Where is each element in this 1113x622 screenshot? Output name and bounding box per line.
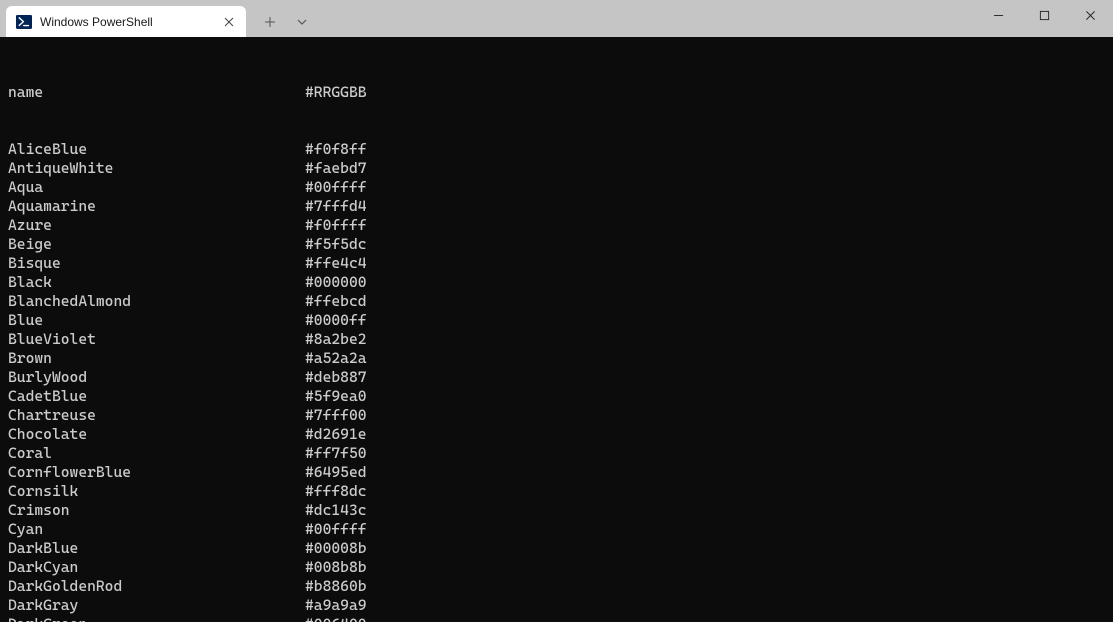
table-row: CadetBlue#5f9ea0 — [8, 387, 1113, 406]
color-hex: #7fff00 — [305, 406, 367, 425]
table-row: Blue#0000ff — [8, 311, 1113, 330]
minimize-button[interactable] — [975, 0, 1021, 31]
color-name: CornflowerBlue — [8, 463, 305, 482]
color-name: Cornsilk — [8, 482, 305, 501]
table-row: Crimson#dc143c — [8, 501, 1113, 520]
color-hex: #00ffff — [305, 178, 367, 197]
color-name: DarkGray — [8, 596, 305, 615]
table-row: Black#000000 — [8, 273, 1113, 292]
color-hex: #0000ff — [305, 311, 367, 330]
color-name: Coral — [8, 444, 305, 463]
table-row: DarkGray#a9a9a9 — [8, 596, 1113, 615]
color-name: AntiqueWhite — [8, 159, 305, 178]
table-row: DarkGreen#006400 — [8, 615, 1113, 622]
table-row: DarkGoldenRod#b8860b — [8, 577, 1113, 596]
tab-actions — [254, 0, 318, 37]
color-name: BurlyWood — [8, 368, 305, 387]
color-name: Chocolate — [8, 425, 305, 444]
table-row: BlanchedAlmond#ffebcd — [8, 292, 1113, 311]
color-hex: #deb887 — [305, 368, 367, 387]
color-name: Aqua — [8, 178, 305, 197]
tab-strip: Windows PowerShell — [0, 0, 246, 37]
color-name: Cyan — [8, 520, 305, 539]
color-hex: #ffebcd — [305, 292, 367, 311]
header-hex: #RRGGBB — [305, 83, 367, 102]
tab-powershell[interactable]: Windows PowerShell — [6, 6, 246, 37]
tab-dropdown-button[interactable] — [286, 6, 318, 37]
table-header: name#RRGGBB — [8, 83, 1113, 102]
color-name: Azure — [8, 216, 305, 235]
color-hex: #ff7f50 — [305, 444, 367, 463]
maximize-button[interactable] — [1021, 0, 1067, 31]
table-row: CornflowerBlue#6495ed — [8, 463, 1113, 482]
color-name: Bisque — [8, 254, 305, 273]
table-row: Chocolate#d2691e — [8, 425, 1113, 444]
color-hex: #d2691e — [305, 425, 367, 444]
table-row: Aqua#00ffff — [8, 178, 1113, 197]
table-row: Aquamarine#7fffd4 — [8, 197, 1113, 216]
table-row: BlueViolet#8a2be2 — [8, 330, 1113, 349]
table-row: DarkBlue#00008b — [8, 539, 1113, 558]
table-row: Brown#a52a2a — [8, 349, 1113, 368]
color-hex: #dc143c — [305, 501, 367, 520]
color-hex: #fff8dc — [305, 482, 367, 501]
color-hex: #6495ed — [305, 463, 367, 482]
color-hex: #8a2be2 — [305, 330, 367, 349]
color-hex: #00ffff — [305, 520, 367, 539]
color-hex: #ffe4c4 — [305, 254, 367, 273]
table-row: DarkCyan#008b8b — [8, 558, 1113, 577]
table-row: AliceBlue#f0f8ff — [8, 140, 1113, 159]
color-name: BlanchedAlmond — [8, 292, 305, 311]
color-name: Blue — [8, 311, 305, 330]
table-row: BurlyWood#deb887 — [8, 368, 1113, 387]
window-controls — [975, 0, 1113, 31]
table-row: Coral#ff7f50 — [8, 444, 1113, 463]
color-hex: #f5f5dc — [305, 235, 367, 254]
color-name: Chartreuse — [8, 406, 305, 425]
close-button[interactable] — [1067, 0, 1113, 31]
color-hex: #a9a9a9 — [305, 596, 367, 615]
table-row: Beige#f5f5dc — [8, 235, 1113, 254]
color-hex: #f0ffff — [305, 216, 367, 235]
terminal-output[interactable]: name#RRGGBB AliceBlue#f0f8ffAntiqueWhite… — [0, 37, 1113, 622]
color-name: CadetBlue — [8, 387, 305, 406]
color-name: Beige — [8, 235, 305, 254]
titlebar: Windows PowerShell — [0, 0, 1113, 37]
table-row: Cornsilk#fff8dc — [8, 482, 1113, 501]
color-hex: #008b8b — [305, 558, 367, 577]
new-tab-button[interactable] — [254, 6, 286, 37]
table-row: Bisque#ffe4c4 — [8, 254, 1113, 273]
color-hex: #a52a2a — [305, 349, 367, 368]
color-name: DarkCyan — [8, 558, 305, 577]
color-name: AliceBlue — [8, 140, 305, 159]
color-hex: #000000 — [305, 273, 367, 292]
color-hex: #006400 — [305, 615, 367, 622]
powershell-icon — [16, 14, 32, 30]
color-hex: #00008b — [305, 539, 367, 558]
color-name: DarkBlue — [8, 539, 305, 558]
table-row: AntiqueWhite#faebd7 — [8, 159, 1113, 178]
color-hex: #7fffd4 — [305, 197, 367, 216]
color-hex: #5f9ea0 — [305, 387, 367, 406]
color-name: BlueViolet — [8, 330, 305, 349]
table-row: Chartreuse#7fff00 — [8, 406, 1113, 425]
color-hex: #faebd7 — [305, 159, 367, 178]
color-name: DarkGreen — [8, 615, 305, 622]
color-name: DarkGoldenRod — [8, 577, 305, 596]
color-name: Aquamarine — [8, 197, 305, 216]
color-hex: #b8860b — [305, 577, 367, 596]
color-hex: #f0f8ff — [305, 140, 367, 159]
color-name: Brown — [8, 349, 305, 368]
table-row: Cyan#00ffff — [8, 520, 1113, 539]
table-row: Azure#f0ffff — [8, 216, 1113, 235]
color-name: Crimson — [8, 501, 305, 520]
color-name: Black — [8, 273, 305, 292]
tab-close-button[interactable] — [220, 13, 238, 31]
tab-title: Windows PowerShell — [40, 15, 220, 29]
header-name: name — [8, 83, 305, 102]
